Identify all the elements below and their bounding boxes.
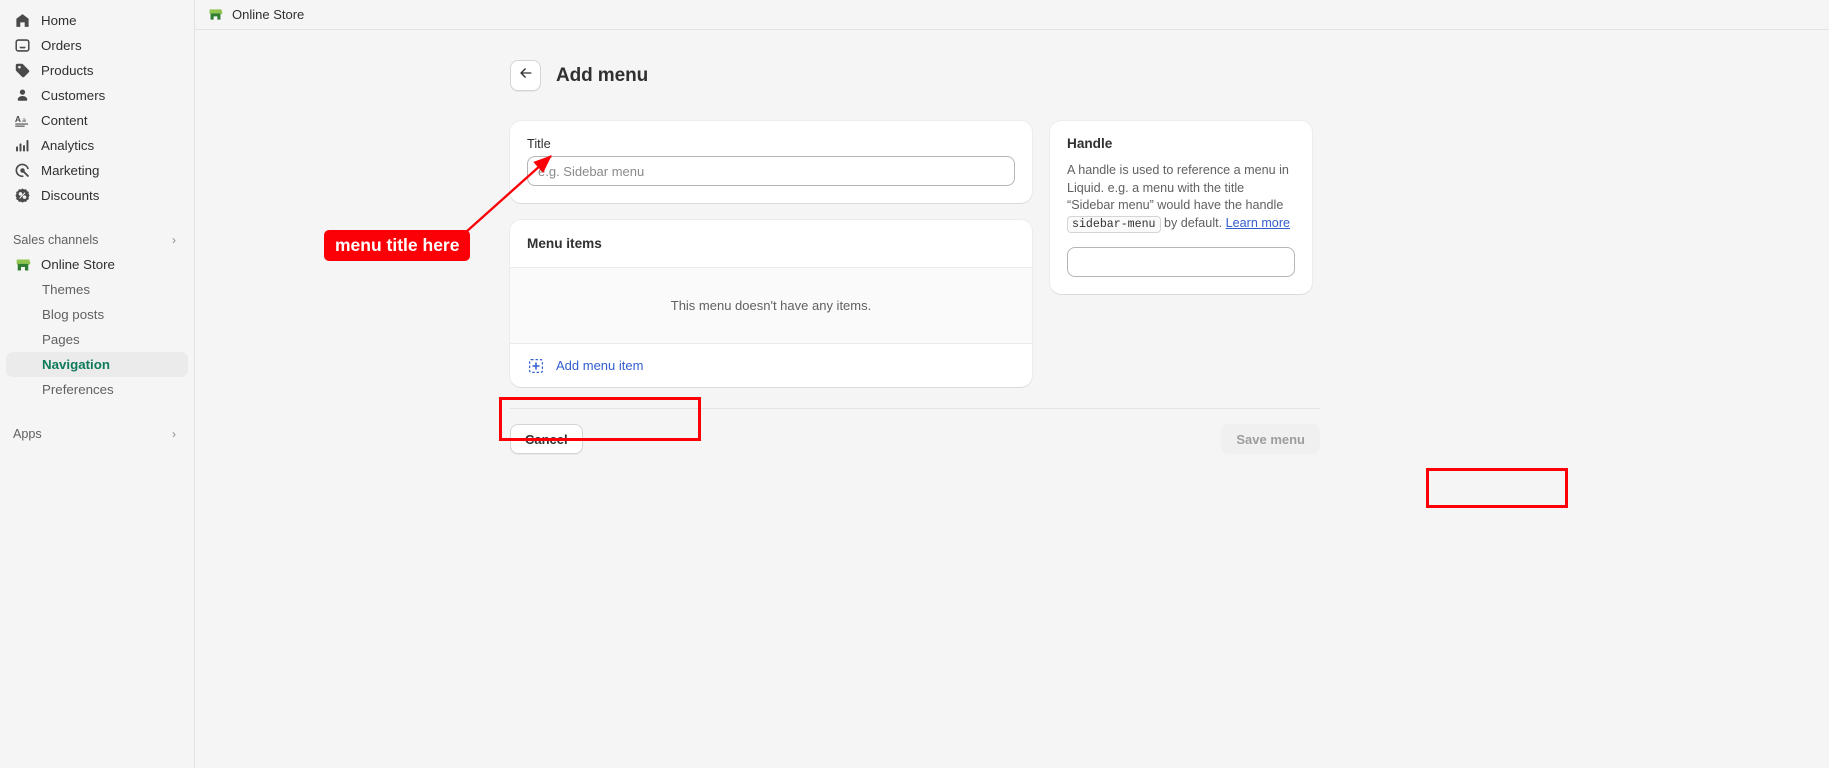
discounts-percent-icon bbox=[13, 186, 32, 205]
sidebar-item-label: Analytics bbox=[41, 137, 95, 153]
page-footer: Cancel Save menu bbox=[510, 408, 1320, 455]
handle-heading: Handle bbox=[1067, 136, 1113, 152]
sidebar-item-label: Customers bbox=[41, 87, 106, 103]
sidebar-item-label: Products bbox=[41, 62, 94, 78]
sidebar-subitem-label: Preferences bbox=[42, 382, 114, 397]
svg-text:a: a bbox=[22, 117, 26, 124]
primary-column: Title Menu items This menu doesn't have … bbox=[510, 121, 1032, 404]
sidebar-group-apps[interactable]: Apps › bbox=[6, 422, 188, 446]
sidebar-item-themes[interactable]: Themes bbox=[6, 277, 188, 302]
sidebar-item-label: Marketing bbox=[41, 162, 100, 178]
page-container: Add menu Title e.g. Sidebar menu Menu it… bbox=[510, 30, 1320, 404]
title-field-label: Title bbox=[527, 136, 551, 152]
sidebar-item-pages[interactable]: Pages bbox=[6, 327, 188, 352]
page-title: Add menu bbox=[556, 64, 649, 86]
menu-items-empty-state: This menu doesn't have any items. bbox=[510, 268, 1032, 345]
dashed-square-plus-icon bbox=[527, 357, 544, 374]
back-button[interactable] bbox=[510, 60, 541, 92]
main-area: Online Store Add menu Title e.g. Sidebar… bbox=[195, 0, 1829, 768]
handle-input[interactable] bbox=[1067, 247, 1295, 278]
learn-more-link[interactable]: Learn more bbox=[1226, 216, 1290, 230]
sidebar-item-label: Content bbox=[41, 112, 88, 128]
sidebar-subitem-label: Blog posts bbox=[42, 307, 105, 322]
sidebar-group-label: Sales channels bbox=[13, 233, 99, 247]
add-menu-item-button[interactable]: Add menu item bbox=[510, 344, 1032, 387]
sidebar-item-label: Discounts bbox=[41, 187, 100, 203]
products-tag-icon bbox=[13, 61, 32, 80]
handle-code-chip: sidebar-menu bbox=[1067, 215, 1161, 233]
home-icon bbox=[13, 11, 32, 30]
arrow-left-icon bbox=[518, 65, 534, 86]
sidebar-group-sales-channels[interactable]: Sales channels › bbox=[6, 228, 188, 252]
topbar-title: Online Store bbox=[232, 7, 305, 22]
sidebar-store-label: Online Store bbox=[41, 257, 115, 272]
sidebar-item-label: Home bbox=[41, 12, 77, 28]
sidebar-item-blog-posts[interactable]: Blog posts bbox=[6, 302, 188, 327]
sidebar-item-discounts[interactable]: Discounts bbox=[6, 183, 188, 208]
cancel-button[interactable]: Cancel bbox=[510, 424, 583, 455]
chevron-right-icon: › bbox=[172, 427, 176, 441]
sidebar-item-label: Orders bbox=[41, 37, 82, 53]
empty-state-text: This menu doesn't have any items. bbox=[670, 298, 872, 314]
page-header: Add menu bbox=[510, 52, 1320, 99]
sidebar-subitem-label: Navigation bbox=[42, 357, 110, 372]
sidebar-item-navigation[interactable]: Navigation bbox=[6, 352, 188, 377]
sidebar-item-marketing[interactable]: Marketing bbox=[6, 158, 188, 183]
customers-person-icon bbox=[13, 86, 32, 105]
sidebar-item-customers[interactable]: Customers bbox=[6, 83, 188, 108]
orders-inbox-icon bbox=[13, 36, 32, 55]
handle-description-part1: A handle is used to reference a menu in … bbox=[1067, 163, 1289, 213]
sidebar-subitem-label: Themes bbox=[42, 282, 91, 297]
sidebar-item-online-store[interactable]: Online Store bbox=[6, 252, 188, 277]
svg-text:A: A bbox=[15, 114, 21, 124]
sidebar-item-orders[interactable]: Orders bbox=[6, 33, 188, 58]
content-text-icon: Aa bbox=[13, 111, 32, 130]
storefront-icon bbox=[208, 7, 223, 22]
sidebar-group-label: Apps bbox=[13, 427, 42, 441]
sidebar-item-products[interactable]: Products bbox=[6, 58, 188, 83]
handle-description: A handle is used to reference a menu in … bbox=[1067, 162, 1295, 233]
sidebar-subitem-label: Pages bbox=[42, 332, 80, 347]
footer-actions: Cancel Save menu bbox=[510, 424, 1320, 455]
title-card: Title bbox=[510, 121, 1032, 204]
save-menu-button[interactable]: Save menu bbox=[1221, 424, 1320, 455]
marketing-target-icon bbox=[13, 161, 32, 180]
topbar: Online Store bbox=[195, 0, 1829, 30]
page-columns: Title Menu items This menu doesn't have … bbox=[510, 121, 1320, 404]
menu-items-header: Menu items bbox=[510, 220, 1032, 269]
sidebar-item-preferences[interactable]: Preferences bbox=[6, 377, 188, 402]
menu-items-card: Menu items This menu doesn't have any it… bbox=[510, 220, 1032, 388]
menu-title-input[interactable] bbox=[527, 156, 1015, 187]
handle-card: Handle A handle is used to reference a m… bbox=[1050, 121, 1312, 295]
sidebar: Home Orders Products Customers Aa Conten… bbox=[0, 0, 195, 768]
chevron-right-icon: › bbox=[172, 233, 176, 247]
analytics-bars-icon bbox=[13, 136, 32, 155]
sidebar-item-home[interactable]: Home bbox=[6, 8, 188, 33]
content-area: Add menu Title e.g. Sidebar menu Menu it… bbox=[195, 30, 1829, 768]
app-root: Home Orders Products Customers Aa Conten… bbox=[0, 0, 1829, 768]
menu-items-heading: Menu items bbox=[527, 236, 602, 252]
add-menu-item-label: Add menu item bbox=[556, 358, 644, 374]
storefront-icon bbox=[13, 255, 32, 274]
handle-description-part2: by default. bbox=[1160, 215, 1226, 230]
sidebar-item-content[interactable]: Aa Content bbox=[6, 108, 188, 133]
sidebar-item-analytics[interactable]: Analytics bbox=[6, 133, 188, 158]
secondary-column: Handle A handle is used to reference a m… bbox=[1050, 121, 1312, 311]
footer-divider bbox=[510, 408, 1320, 410]
